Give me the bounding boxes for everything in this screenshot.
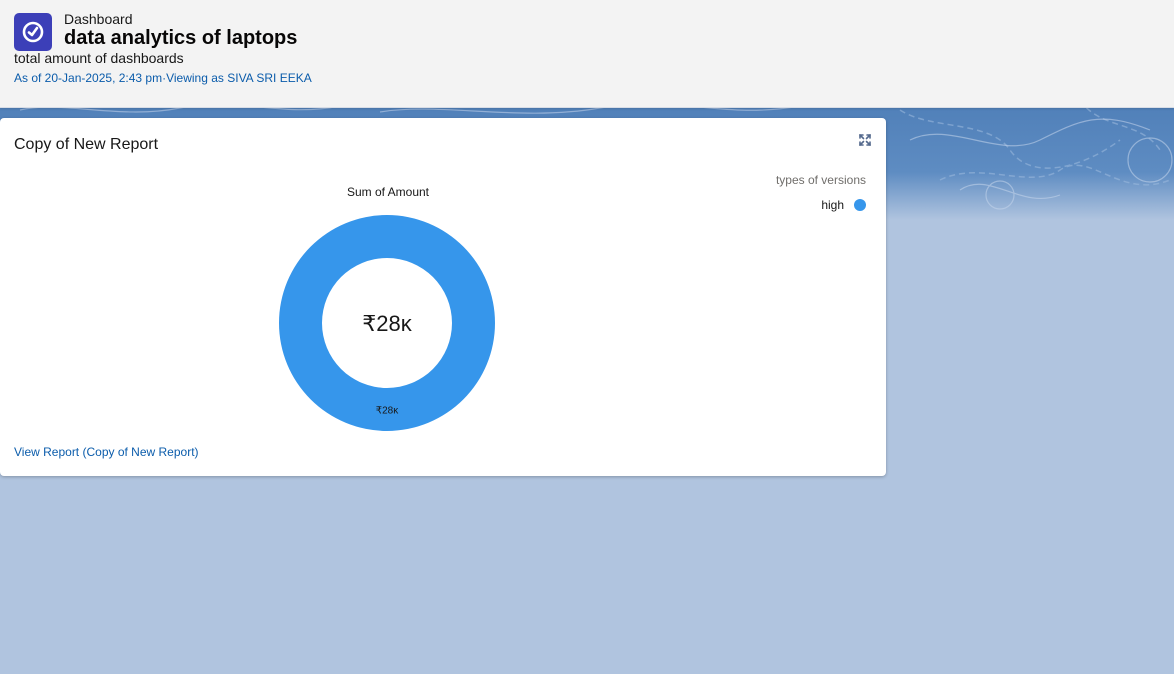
report-card: Copy of New Report Sum of Amount ₹28ĸ ₹28… (0, 118, 886, 476)
page-subtitle: total amount of dashboards (14, 50, 184, 66)
chart-title: Sum of Amount (346, 185, 430, 199)
refresh-meta-text: As of 20-Jan-2025, 2:43 pm·Viewing as SI… (14, 71, 312, 85)
donut-chart[interactable]: ₹28ĸ ₹28ĸ (272, 208, 502, 438)
page-title: data analytics of laptops (64, 27, 298, 49)
slice-data-label: ₹28ĸ (376, 406, 399, 417)
dashboard-gauge-icon (14, 13, 52, 51)
legend-item-high[interactable]: high (821, 198, 866, 212)
expand-icon[interactable] (858, 133, 872, 147)
legend-title: types of versions (775, 173, 866, 187)
view-report-link[interactable]: View Report (Copy of New Report) (14, 445, 199, 459)
legend-label: high (821, 198, 844, 212)
legend-dot (854, 199, 866, 211)
card-title: Copy of New Report (14, 136, 159, 153)
donut-center-total: ₹28ĸ (362, 311, 412, 336)
dashboard-header: Dashboard data analytics of laptops tota… (0, 0, 1174, 108)
page-eyebrow: Dashboard (64, 11, 133, 27)
